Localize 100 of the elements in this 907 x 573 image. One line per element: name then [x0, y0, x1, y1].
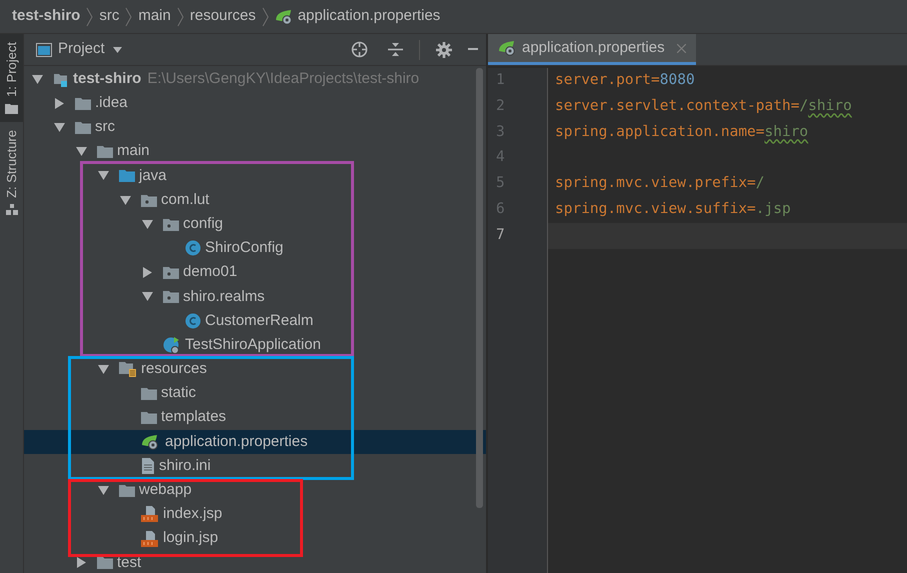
breadcrumb-item[interactable]: main [138, 5, 171, 28]
jsp-file-icon [141, 506, 159, 522]
collapsed-arrow-icon[interactable] [142, 267, 153, 278]
tree-row[interactable]: test-shiro E:\Users\GengKY\IdeaProjects\test-shiro [24, 67, 486, 92]
folder-icon [75, 120, 91, 134]
folder-icon [119, 169, 135, 182]
property-value: .jsp [756, 200, 791, 219]
property-value: shiro [764, 122, 808, 142]
tool-window-tab[interactable]: 1: Project [0, 34, 23, 122]
tree-row[interactable]: src [24, 115, 486, 140]
property-value: / [799, 96, 808, 116]
class-icon [185, 312, 201, 329]
tree-label: webapp [139, 480, 192, 500]
tree-label: CustomerRealm [205, 310, 314, 331]
tree-row[interactable]: main [24, 140, 486, 164]
collapsed-arrow-icon[interactable] [76, 557, 87, 568]
tree-row[interactable]: login.jsp [24, 526, 486, 551]
breadcrumb-item[interactable]: application.properties [274, 5, 440, 28]
package-folder-icon [141, 194, 157, 207]
expanded-arrow-icon[interactable] [98, 484, 109, 496]
tree-row[interactable]: CustomerRealm [24, 308, 486, 334]
property-value: 8080 [660, 71, 695, 90]
tree-label: index.jsp [163, 504, 222, 524]
tree-label: test-shiro [73, 68, 142, 89]
project-path: E:\Users\GengKY\IdeaProjects\test-shiro [147, 68, 420, 89]
expanded-arrow-icon[interactable] [32, 74, 43, 85]
tree-label: .idea [95, 93, 128, 114]
tree-label: demo01 [183, 262, 238, 282]
line-number: 7 [495, 226, 506, 245]
tree-label: templates [161, 407, 226, 428]
tree-row[interactable]: static [24, 381, 486, 406]
tree-label: resources [141, 359, 207, 380]
folder-icon [5, 102, 18, 114]
property-value: shiro [808, 96, 852, 116]
tree-row[interactable]: index.jsp [24, 502, 486, 527]
tree-row[interactable]: .idea [24, 91, 486, 116]
breadcrumb-item[interactable]: resources [190, 5, 256, 28]
folder-icon [141, 411, 157, 424]
tree-row[interactable]: shiro.realms [24, 284, 486, 309]
tree-label: config [183, 214, 224, 234]
expanded-arrow-icon[interactable] [76, 146, 87, 158]
tree-row[interactable]: ShiroConfig [24, 236, 486, 260]
property-key: spring.mvc.view.suffix= [555, 196, 756, 223]
tree-row[interactable]: application.properties [24, 430, 486, 454]
tree-label: TestShiroApplication [185, 334, 321, 355]
tree-row[interactable]: templates [24, 406, 486, 430]
tree-row[interactable]: com.lut [24, 188, 486, 212]
tree-label: static [161, 383, 196, 404]
tool-window-tab[interactable]: Z: Structure [0, 122, 23, 224]
tree-row[interactable]: demo01 [24, 260, 486, 285]
property-key: server.port= [555, 68, 660, 94]
collapsed-arrow-icon[interactable] [54, 98, 65, 109]
tree-label: shiro.ini [159, 456, 211, 476]
expanded-arrow-icon[interactable] [54, 122, 65, 133]
module-folder-icon [53, 72, 69, 87]
expanded-arrow-icon[interactable] [98, 170, 109, 182]
collapse-all-icon[interactable] [388, 41, 403, 58]
tree-label: com.lut [161, 190, 210, 210]
tree-row[interactable]: config [24, 212, 486, 236]
editor-tab[interactable]: application.properties [488, 34, 696, 65]
text-file-icon [141, 458, 155, 474]
tree-label: application.properties [165, 432, 308, 452]
chevron-right-icon [86, 6, 94, 26]
property-key: server.servlet.context-path= [555, 94, 800, 120]
expanded-arrow-icon[interactable] [142, 218, 153, 230]
folder-icon [119, 484, 135, 497]
chevron-right-icon [262, 6, 269, 26]
spring-class-icon [163, 336, 181, 354]
package-folder-icon [163, 290, 179, 304]
tree-label: test [117, 552, 142, 573]
folder-icon [75, 96, 91, 110]
breadcrumb-item[interactable]: src [99, 5, 120, 28]
tree-label: main [117, 141, 150, 162]
folder-icon [97, 145, 113, 158]
breadcrumb-item[interactable]: test-shiro [12, 5, 80, 28]
tree-row[interactable]: test [24, 550, 486, 573]
jsp-file-icon [141, 530, 159, 547]
chevron-right-icon [176, 6, 184, 26]
expanded-arrow-icon[interactable] [142, 291, 153, 302]
chevron-right-icon [125, 6, 132, 26]
package-folder-icon [163, 266, 179, 280]
folder-icon [141, 387, 157, 400]
project-view-dropdown[interactable]: Project [58, 38, 122, 61]
tree-label: shiro.realms [183, 286, 265, 307]
crosshair-icon[interactable] [351, 41, 368, 58]
tree-label: java [139, 166, 167, 186]
tree-label: login.jsp [163, 528, 218, 548]
property-value: / [756, 174, 765, 194]
expanded-arrow-icon[interactable] [120, 194, 131, 206]
structure-icon [6, 204, 18, 216]
expanded-arrow-icon[interactable] [98, 364, 109, 375]
settings-icon[interactable] [436, 42, 452, 58]
package-folder-icon [163, 218, 179, 231]
property-key: spring.mvc.view.prefix= [555, 171, 756, 197]
minimize-icon[interactable] [468, 48, 478, 51]
tree-label: ShiroConfig [205, 238, 284, 258]
caret-down-icon [112, 46, 122, 52]
folder-icon [97, 556, 113, 570]
property-key: spring.application.name= [555, 120, 765, 146]
tree-label: src [95, 117, 115, 138]
